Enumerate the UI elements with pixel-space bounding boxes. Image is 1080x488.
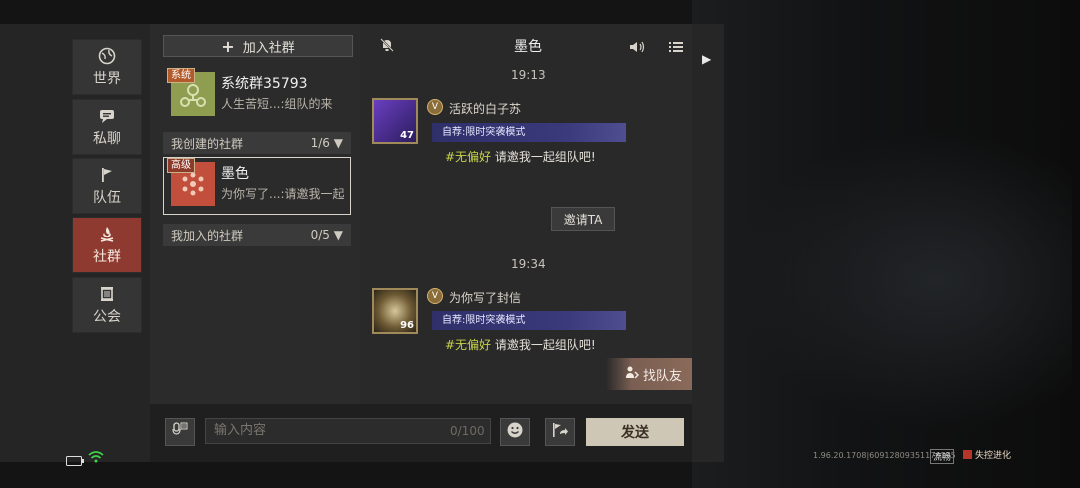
player-name[interactable]: 为你写了封信	[449, 289, 521, 306]
selected-indicator	[163, 157, 351, 215]
recruit-banner[interactable]: 自荐:限时突袭模式	[432, 311, 626, 330]
globe-icon	[98, 47, 116, 65]
recruit-label: 自荐:限时突袭模式	[442, 127, 526, 138]
add-community-button[interactable]: + 加入社群	[163, 35, 353, 57]
nav-label: 公会	[93, 308, 121, 325]
voice-input-button[interactable]	[165, 418, 195, 446]
player-name[interactable]: 活跃的白子苏	[449, 100, 521, 117]
chat-title: 墨色	[514, 39, 542, 55]
vip-badge-icon: V	[427, 99, 443, 115]
campfire-icon	[98, 225, 116, 243]
wifi-icon	[88, 448, 104, 467]
message-time: 19:34	[511, 257, 546, 271]
input-counter: 0/100	[450, 424, 485, 438]
group-preview: 人生苦短...:组队的来	[221, 97, 333, 111]
flag-icon	[98, 166, 116, 184]
emoji-button[interactable]	[500, 418, 530, 446]
recruit-label: 自荐:限时突袭模式	[442, 315, 526, 326]
banner-icon	[98, 285, 116, 303]
triangle-down-icon: ▼	[333, 228, 343, 242]
input-placeholder: 输入内容	[214, 423, 267, 438]
joined-section-label: 我加入的社群	[171, 228, 244, 243]
group-name: 系统群35793	[221, 76, 308, 92]
nav-label: 社群	[93, 248, 121, 265]
flag-share-icon	[551, 421, 569, 443]
game-background	[692, 0, 1080, 488]
chat-bubble-icon	[98, 107, 116, 125]
list-menu-icon[interactable]	[669, 38, 683, 57]
send-label: 发送	[621, 425, 649, 441]
recruit-banner[interactable]: 自荐:限时突袭模式	[432, 123, 626, 142]
vip-badge-icon: V	[427, 288, 443, 304]
triangle-down-icon: ▼	[333, 136, 343, 150]
joined-section-header[interactable]: 我加入的社群 0/5 ▼	[163, 224, 351, 246]
speaker-icon[interactable]	[629, 38, 645, 57]
nav-team-button[interactable]: 队伍	[72, 158, 142, 214]
share-position-button[interactable]	[545, 418, 575, 446]
nav-community-button[interactable]: 社群	[72, 217, 142, 273]
nav-label: 私聊	[93, 130, 121, 147]
game-logo-text: 失控进化	[975, 451, 1012, 461]
add-community-label: 加入社群	[242, 40, 295, 56]
smiley-icon	[506, 421, 524, 443]
created-count: 1/6	[310, 136, 330, 150]
nav-label: 世界	[93, 70, 121, 87]
team-person-icon	[625, 365, 639, 383]
send-button[interactable]: 发送	[586, 418, 684, 446]
message-text: #无偏好 请邀我一起组队吧!	[445, 148, 596, 165]
joined-count: 0/5	[310, 228, 330, 242]
created-section-header[interactable]: 我创建的社群 1/6 ▼	[163, 132, 351, 154]
nav-guild-button[interactable]: 公会	[72, 277, 142, 333]
message-time: 19:13	[511, 68, 546, 82]
battery-icon	[66, 451, 84, 470]
player-level: 47	[400, 130, 414, 141]
microphone-icon	[172, 422, 188, 442]
logo-icon	[963, 450, 972, 459]
player-level: 96	[400, 320, 414, 331]
nav-label: 队伍	[93, 189, 121, 206]
nav-world-button[interactable]: 世界	[72, 39, 142, 95]
message-body: 请邀我一起组队吧!	[491, 338, 596, 352]
group-item-system[interactable]: 系统 系统群35793 人生苦短...:组队的来	[163, 68, 351, 124]
message-body: 请邀我一起组队吧!	[491, 150, 596, 164]
find-team-button[interactable]: 找队友	[606, 358, 692, 390]
nav-private-button[interactable]: 私聊	[72, 99, 142, 155]
plus-icon: +	[221, 36, 235, 56]
invite-button[interactable]: 邀请TA	[551, 207, 615, 231]
player-avatar[interactable]: 47	[372, 98, 418, 144]
message-text: #无偏好 请邀我一起组队吧!	[445, 336, 596, 353]
chat-input[interactable]: 输入内容	[205, 418, 491, 444]
created-section-label: 我创建的社群	[171, 136, 244, 151]
message-hashtag: #无偏好	[445, 338, 492, 352]
player-avatar[interactable]: 96	[372, 288, 418, 334]
find-team-label: 找队友	[642, 368, 682, 384]
mute-bell-icon[interactable]	[380, 37, 394, 56]
invite-label: 邀请TA	[563, 212, 603, 227]
network-quality-badge: 流畅	[930, 449, 955, 464]
message-hashtag: #无偏好	[445, 150, 492, 164]
panel-collapse-arrow-icon[interactable]: ▶	[702, 52, 711, 66]
group-tag: 系统	[167, 68, 195, 83]
chat-header: 墨色	[360, 34, 692, 58]
